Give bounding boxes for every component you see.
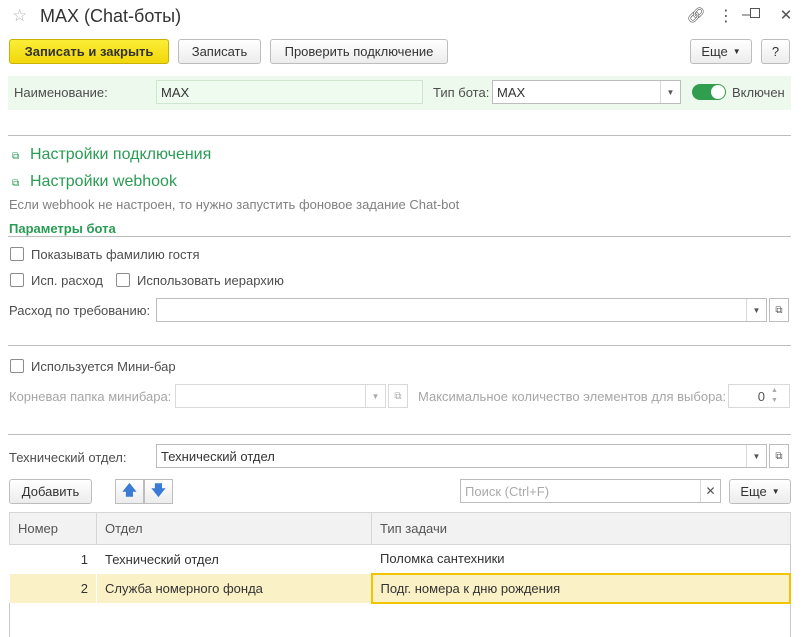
show-guest-surname-checkbox[interactable] (10, 247, 24, 261)
row-number[interactable]: 2 (9, 573, 97, 603)
minibar-used-label: Используется Мини-бар (31, 359, 176, 374)
max-items-input[interactable]: 0 (728, 384, 790, 408)
save-button[interactable]: Записать (178, 39, 261, 64)
enabled-label: Включен (732, 85, 785, 100)
use-expense-label: Исп. расход (31, 273, 103, 288)
column-header-number[interactable]: Номер (9, 512, 97, 545)
check-connection-button[interactable]: Проверить подключение (270, 39, 448, 64)
window-title: MAX (Chat-боты) (40, 6, 182, 26)
minibar-used-checkbox[interactable] (10, 359, 24, 373)
tech-department-label: Технический отдел: (9, 450, 127, 465)
chevron-down-icon[interactable]: ▼ (746, 445, 766, 467)
table-more-button[interactable]: Еще ▼ (729, 479, 791, 504)
table-more-label: Еще (740, 484, 767, 499)
move-up-icon[interactable]: 🡅 (115, 479, 144, 504)
departments-table[interactable]: Номер Отдел Тип задачи 1 Технический отд… (9, 512, 791, 604)
tech-department-value: Технический отдел (161, 448, 275, 464)
row-department[interactable]: Служба номерного фонда (96, 573, 372, 603)
link-icon[interactable]: 🔗︎ (686, 6, 706, 24)
column-header-department[interactable]: Отдел (96, 512, 372, 545)
divider (8, 434, 791, 435)
connection-settings-link[interactable]: Настройки подключения (30, 146, 211, 164)
clear-search-icon[interactable]: ✕ (700, 480, 720, 502)
divider (8, 345, 791, 346)
root-folder-label: Корневая папка минибара: (9, 389, 172, 404)
table-header-row: Номер Отдел Тип задачи (9, 512, 791, 545)
toggle-knob (711, 85, 725, 99)
root-folder-select[interactable]: ▼ (175, 384, 386, 408)
name-label: Наименование: (14, 85, 108, 100)
expense-on-demand-select[interactable]: ▼ (156, 298, 767, 322)
favorite-star-icon[interactable]: ☆ (12, 6, 27, 26)
move-down-icon[interactable]: 🡇 (144, 479, 173, 504)
use-hierarchy-checkbox[interactable] (116, 273, 130, 287)
chevron-down-icon: ▼ (771, 487, 780, 496)
use-hierarchy-label: Использовать иерархию (137, 273, 284, 288)
divider (8, 236, 791, 237)
help-button[interactable]: ? (761, 39, 790, 64)
spinner-icon[interactable]: ▲ ▼ (771, 386, 778, 406)
chevron-down-icon[interactable]: ▼ (365, 385, 385, 407)
tech-department-select[interactable]: Технический отдел ▼ (156, 444, 767, 468)
search-placeholder: Поиск (Ctrl+F) (465, 483, 550, 499)
webhook-settings-link[interactable]: Настройки webhook (30, 173, 177, 191)
add-button[interactable]: Добавить (9, 479, 92, 504)
row-task-type-active-cell[interactable]: Подг. номера к дню рождения (370, 572, 791, 604)
max-items-label: Максимальное количество элементов для вы… (418, 389, 727, 404)
maximize-icon[interactable] (750, 8, 760, 18)
row-number[interactable]: 1 (9, 544, 97, 574)
close-icon[interactable]: ✕ (776, 6, 796, 24)
expense-on-demand-label: Расход по требованию: (9, 303, 151, 318)
search-input[interactable]: Поиск (Ctrl+F) ✕ (460, 479, 721, 503)
expand-icon[interactable]: ⧉ (12, 151, 19, 162)
chevron-down-icon: ▼ (732, 47, 741, 56)
divider (8, 135, 791, 136)
bot-type-select[interactable]: MAX ▼ (492, 80, 681, 104)
more-label: Еще (701, 44, 728, 59)
bot-type-value: MAX (497, 84, 526, 100)
column-header-task-type[interactable]: Тип задачи (371, 512, 791, 545)
name-input[interactable]: MAX (156, 80, 423, 104)
row-department[interactable]: Технический отдел (96, 544, 372, 574)
bot-params-title: Параметры бота (9, 221, 116, 236)
open-form-icon[interactable]: ⧉ (769, 298, 789, 322)
bot-type-label: Тип бота: (433, 85, 490, 100)
table-row-selected[interactable]: 2 Служба номерного фонда Подг. номера к … (9, 572, 791, 604)
open-form-icon[interactable]: ⧉ (769, 444, 789, 468)
open-form-icon[interactable]: ⧉ (388, 384, 408, 408)
more-menu-button[interactable]: Еще ▼ (690, 39, 752, 64)
show-guest-surname-label: Показывать фамилию гостя (31, 247, 200, 262)
row-task-type[interactable]: Поломка сантехники (371, 544, 790, 574)
save-and-close-button[interactable]: Записать и закрыть (9, 39, 169, 64)
webhook-note: Если webhook не настроен, то нужно запус… (9, 197, 460, 212)
table-row[interactable]: 1 Технический отдел Поломка сантехники (9, 544, 790, 574)
enabled-toggle[interactable] (692, 84, 726, 100)
use-expense-checkbox[interactable] (10, 273, 24, 287)
chevron-down-icon[interactable]: ▼ (746, 299, 766, 321)
more-icon[interactable]: ⋮ (716, 6, 736, 26)
expand-icon[interactable]: ⧉ (12, 178, 19, 189)
chevron-down-icon[interactable]: ▼ (660, 81, 680, 103)
